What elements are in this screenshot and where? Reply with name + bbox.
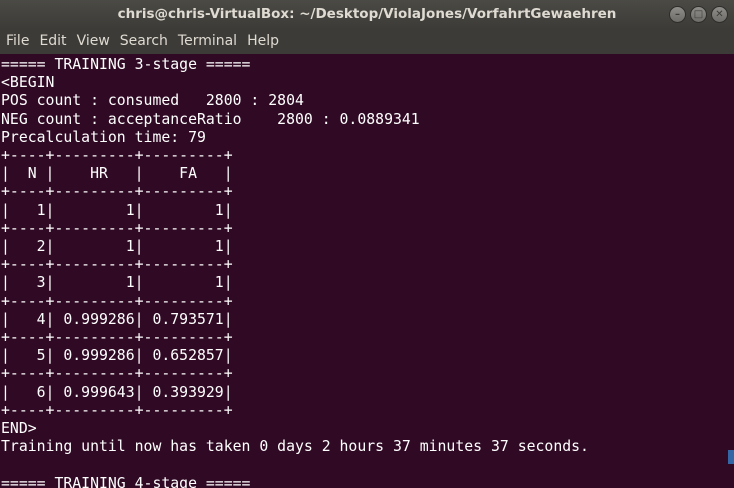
terminal-window: chris@chris-VirtualBox: ~/Desktop/ViolaJ… [0, 0, 734, 488]
table-border: +----+---------+---------+ [1, 256, 233, 274]
table-row: | 2| 1| 1| [1, 238, 233, 256]
table-border: +----+---------+---------+ [1, 292, 233, 310]
table-border: +----+---------+---------+ [1, 219, 233, 237]
terminal-line: ===== TRAINING 3-stage ===== [1, 56, 251, 73]
table-border: +----+---------+---------+ [1, 401, 233, 419]
terminal-line: NEG count : acceptanceRatio 2800 : 0.088… [1, 110, 420, 128]
terminal-line: Training until now has taken 0 days 2 ho… [1, 438, 589, 456]
menu-view[interactable]: View [72, 29, 115, 54]
terminal-line: POS count : consumed 2800 : 2804 [1, 92, 304, 110]
menu-bar: File Edit View Search Terminal Help [0, 29, 734, 54]
table-row: | 6| 0.999643| 0.393929| [1, 383, 233, 401]
terminal-output: ===== TRAINING 3-stage ===== <BEGIN POS … [0, 54, 734, 488]
terminal-area[interactable]: ===== TRAINING 3-stage ===== <BEGIN POS … [0, 54, 734, 488]
window-controls: – □ ✕ [669, 6, 728, 23]
terminal-line: END> [1, 420, 37, 438]
menu-search[interactable]: Search [115, 29, 173, 54]
table-row: | 1| 1| 1| [1, 201, 233, 219]
table-border: +----+---------+---------+ [1, 329, 233, 347]
close-button[interactable]: ✕ [711, 6, 728, 23]
maximize-button[interactable]: □ [690, 6, 707, 23]
terminal-line: ===== TRAINING 4-stage ===== [1, 474, 251, 488]
table-row: | 3| 1| 1| [1, 274, 233, 292]
window-title: chris@chris-VirtualBox: ~/Desktop/ViolaJ… [117, 6, 617, 22]
table-row: | 4| 0.999286| 0.793571| [1, 310, 233, 328]
menu-file[interactable]: File [1, 29, 34, 54]
table-header-row: | N | HR | FA | [1, 165, 233, 183]
menu-terminal[interactable]: Terminal [173, 29, 242, 54]
table-border: +----+---------+---------+ [1, 183, 233, 201]
terminal-line: <BEGIN [1, 74, 55, 92]
table-row: | 5| 0.999286| 0.652857| [1, 347, 233, 365]
scrollbar-thumb[interactable] [728, 450, 734, 464]
terminal-line: Precalculation time: 79 [1, 128, 206, 146]
table-border: +----+---------+---------+ [1, 147, 233, 165]
title-bar[interactable]: chris@chris-VirtualBox: ~/Desktop/ViolaJ… [0, 0, 734, 29]
minimize-button[interactable]: – [669, 6, 686, 23]
menu-edit[interactable]: Edit [34, 29, 71, 54]
menu-help[interactable]: Help [242, 29, 284, 54]
table-border: +----+---------+---------+ [1, 365, 233, 383]
